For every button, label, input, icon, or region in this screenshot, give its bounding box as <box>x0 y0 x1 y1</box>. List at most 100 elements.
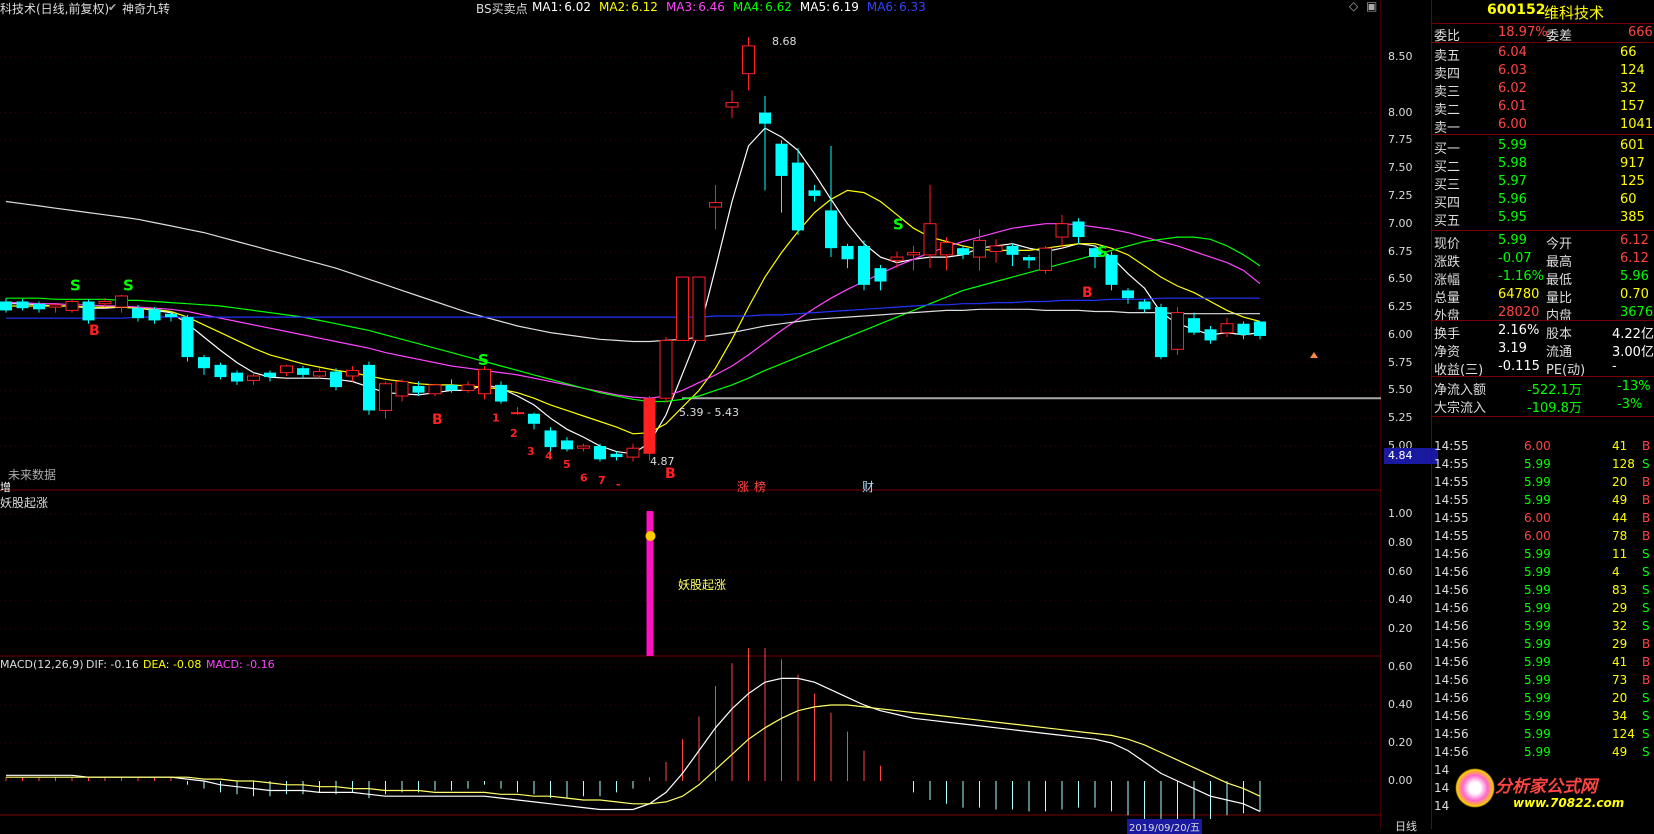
count-label: 4 <box>545 449 553 462</box>
indicator-toggle-icon[interactable]: ✔ <box>108 1 117 14</box>
candle-body <box>725 102 739 108</box>
tick-time: 14:56 <box>1434 655 1469 669</box>
macd-line <box>6 677 1261 812</box>
sell-row: 卖四 6.03 124 <box>1432 62 1654 82</box>
candle-body <box>1254 321 1266 336</box>
stat-row: 净资 3.19 流通 3.00亿 <box>1432 340 1654 360</box>
tick-row: 14:56 5.99 73 B <box>1432 672 1654 690</box>
buy-volume: 125 <box>1620 174 1645 189</box>
watermark-url: www.70822.com <box>1513 796 1625 810</box>
tick-price: 5.99 <box>1524 691 1551 705</box>
ma-legend-value: 6.62 <box>765 0 792 14</box>
indicator-name[interactable]: 神奇九转 <box>122 0 170 17</box>
candle-body <box>890 256 904 261</box>
tick-row: 14:55 6.00 41 B <box>1432 438 1654 456</box>
tick-row: 14:55 5.99 128 S <box>1432 456 1654 474</box>
flow-percent: -13% <box>1617 379 1651 394</box>
diamond-icon[interactable]: ◇ <box>1349 0 1358 13</box>
candle-body <box>709 202 722 208</box>
tick-side: S <box>1642 583 1650 597</box>
tick-time: 14 <box>1434 799 1450 813</box>
candle-body <box>1039 247 1052 271</box>
tick-row: 14:56 5.99 49 S <box>1432 744 1654 762</box>
tick-time: 14:55 <box>1434 457 1469 471</box>
tick-row: 14:56 5.99 41 B <box>1432 654 1654 672</box>
candle-body <box>561 440 573 450</box>
candle-body <box>65 301 79 311</box>
price-tick-label: 8.50 <box>1388 50 1413 63</box>
tick-time: 14:56 <box>1434 601 1469 615</box>
buy-label: 买五 <box>1434 214 1461 229</box>
tick-volume: 29 <box>1612 637 1628 651</box>
tick-time: 14:55 <box>1434 529 1469 543</box>
tick-volume: 41 <box>1612 439 1628 453</box>
period-label[interactable]: 日线 <box>1395 818 1417 834</box>
tick-row: 14:56 5.99 83 S <box>1432 582 1654 600</box>
macd-title: MACD(12,26,9) <box>0 658 84 671</box>
candle-body <box>659 339 673 399</box>
tick-row: 14:56 5.99 29 S <box>1432 600 1654 618</box>
candle-body <box>989 245 1003 252</box>
candle-body <box>395 381 409 397</box>
candle-body <box>1023 257 1035 261</box>
sell-signal: S <box>70 276 81 294</box>
candle-body <box>1220 323 1234 334</box>
tick-price: 5.99 <box>1524 565 1551 579</box>
sell-price: 6.02 <box>1498 81 1527 96</box>
tick-row: 14:56 5.99 29 B <box>1432 636 1654 654</box>
sell-signal: S <box>1097 243 1108 261</box>
tick-volume: 20 <box>1612 691 1628 705</box>
candle-body <box>412 385 425 393</box>
price-tick-label: 5.25 <box>1388 411 1413 425</box>
stat-row: 涨跌 -0.07 最高 6.12 <box>1432 250 1654 270</box>
candle-body <box>1237 323 1250 335</box>
yaogu-title: 妖股起涨 <box>0 496 49 510</box>
tick-time: 14:56 <box>1434 583 1469 597</box>
candle-body <box>957 248 969 255</box>
candle-body <box>461 384 475 391</box>
tick-row: 14:55 6.00 44 B <box>1432 510 1654 528</box>
tick-price: 6.00 <box>1524 529 1551 543</box>
stat-value: 6.12 <box>1620 251 1649 266</box>
tick-price: 5.99 <box>1524 583 1551 597</box>
tick-volume: 29 <box>1612 601 1628 615</box>
buy-price: 5.97 <box>1498 174 1527 189</box>
sell-volume: 157 <box>1620 99 1645 114</box>
tick-side: S <box>1642 601 1650 615</box>
stat-value: 5.99 <box>1498 233 1527 248</box>
buy-row: 买一 5.99 601 <box>1432 137 1654 157</box>
current-price-box: 4.84 <box>1384 448 1438 464</box>
bang-label: 榜 <box>754 480 767 494</box>
candle-body <box>1188 318 1200 333</box>
sell-price: 6.00 <box>1498 117 1527 132</box>
candle-body <box>297 368 309 375</box>
macd-tick-label: 0.00 <box>1388 774 1413 787</box>
stat-value: -0.115 <box>1498 359 1540 374</box>
macd-tick-label: 0.40 <box>1388 698 1413 711</box>
candle-body <box>1072 221 1085 238</box>
candle-body <box>330 371 342 388</box>
chart-area[interactable]: S S S S S B B B B 1234567- 科技术(日线,前复权) ✔ 神奇九转 BS买… <box>0 0 1438 834</box>
candle-body <box>181 317 194 358</box>
tick-time: 14 <box>1434 781 1450 795</box>
tick-volume: 34 <box>1612 709 1628 723</box>
candle-body <box>1055 223 1069 238</box>
tick-price: 5.99 <box>1524 619 1551 633</box>
tick-time: 14:56 <box>1434 637 1469 651</box>
ma-legend-value: 6.33 <box>899 0 926 14</box>
tick-time: 14:56 <box>1434 565 1469 579</box>
tick-volume: 20 <box>1612 475 1628 489</box>
tick-row: 14:55 5.99 49 B <box>1432 492 1654 510</box>
price-tick-label: 7.75 <box>1388 133 1413 147</box>
yaogu-tick-label: 1.00 <box>1388 507 1413 520</box>
candle-body <box>1204 329 1217 341</box>
candle-body <box>511 412 524 415</box>
future-data-label: 未来数据 <box>8 468 57 482</box>
buy-price: 5.95 <box>1498 210 1527 225</box>
stock-code: 600152 <box>1487 2 1546 18</box>
yaogu-tick-label: 0.60 <box>1388 564 1413 578</box>
buy-signal: B <box>1082 285 1093 301</box>
window-toggle-icon[interactable]: ▣ <box>1366 0 1377 13</box>
ma-legend: MA1: 6.02 MA2: 6.12 MA3: 6.46 MA4: 6.62 MA5: 6.19… <box>532 0 934 14</box>
candle-body <box>280 365 293 374</box>
